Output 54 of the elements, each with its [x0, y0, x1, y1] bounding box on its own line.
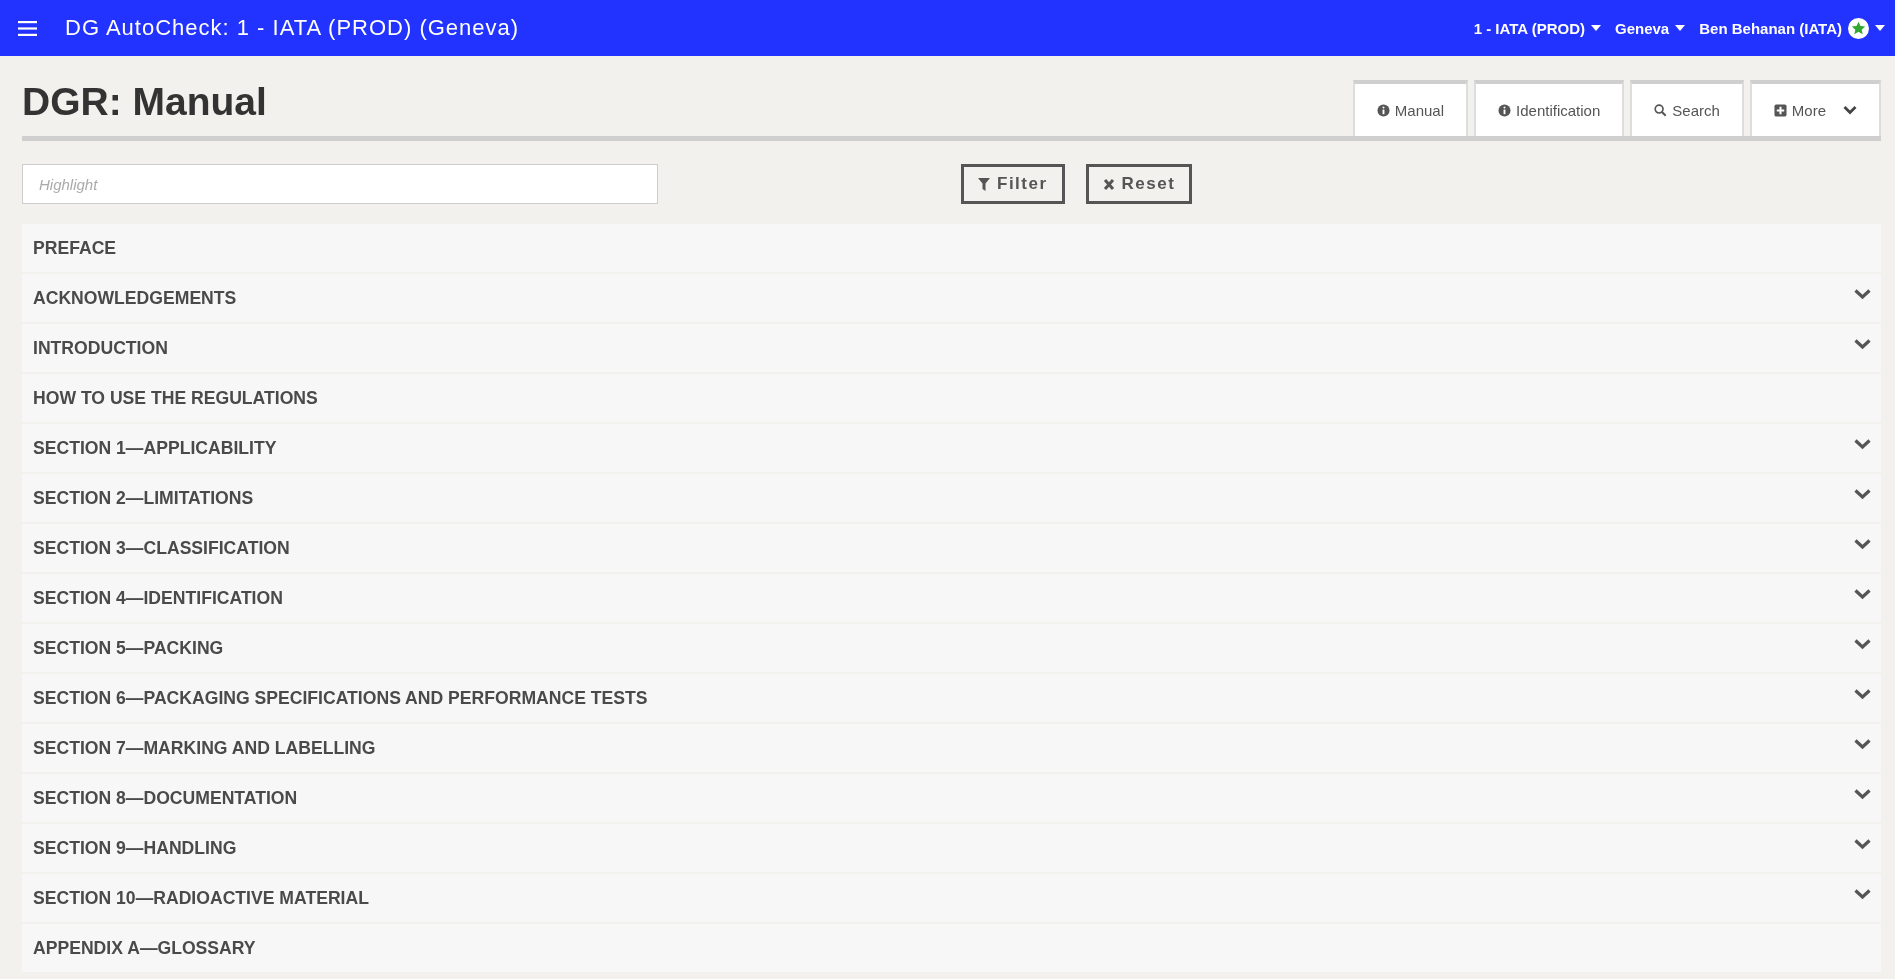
section-row[interactable]: SECTION 7—MARKING AND LABELLING: [22, 724, 1881, 772]
section-title: SECTION 5—PACKING: [33, 637, 224, 659]
filter-button[interactable]: Filter: [961, 164, 1065, 204]
section-row[interactable]: SECTION 4—IDENTIFICATION: [22, 574, 1881, 622]
section-title: SECTION 6—PACKAGING SPECIFICATIONS AND PERFORMANCE TESTS: [33, 687, 648, 709]
tab[interactable]: Identification: [1474, 80, 1625, 136]
section-title: SECTION 9—HANDLING: [33, 837, 237, 859]
info-icon: [1376, 103, 1390, 117]
info-icon: [1498, 103, 1512, 117]
section-title: HOW TO USE THE REGULATIONS: [33, 387, 318, 409]
menu-icon[interactable]: [18, 20, 37, 36]
section-title: SECTION 3—CLASSIFICATION: [33, 537, 290, 559]
section-title: SECTION 4—IDENTIFICATION: [33, 587, 283, 609]
section-title: SECTION 7—MARKING AND LABELLING: [33, 737, 376, 759]
page-title: DGR: Manual: [22, 80, 267, 124]
section-row[interactable]: HOW TO USE THE REGULATIONS: [22, 374, 1881, 422]
section-row[interactable]: ACKNOWLEDGEMENTS: [22, 274, 1881, 322]
caret-icon: [1675, 25, 1686, 31]
section-row[interactable]: SECTION 8—DOCUMENTATION: [22, 774, 1881, 822]
section-title: PREFACE: [33, 237, 117, 259]
section-title: SECTION 1—APPLICABILITY: [33, 437, 277, 459]
caret-icon: [1591, 25, 1601, 31]
close-icon: [1102, 177, 1115, 191]
chevron-down-icon: [1843, 105, 1857, 115]
app-title: DG AutoCheck: 1 - IATA (PROD) (Geneva): [65, 15, 521, 41]
section-row[interactable]: SECTION 5—PACKING: [22, 624, 1881, 672]
section-row[interactable]: INTRODUCTION: [22, 324, 1881, 372]
section-title: APPENDIX A—GLOSSARY: [33, 937, 256, 959]
section-row[interactable]: SECTION 2—LIMITATIONS: [22, 474, 1881, 522]
section-row[interactable]: SECTION 10—RADIOACTIVE MATERIAL: [22, 874, 1881, 922]
section-row[interactable]: SECTION 1—APPLICABILITY: [22, 424, 1881, 472]
section-title: INTRODUCTION: [33, 337, 168, 359]
dropdown-menu[interactable]: Ben Behanan (IATA): [1699, 17, 1885, 39]
star-avatar-icon: [1848, 17, 1869, 39]
section-title: SECTION 8—DOCUMENTATION: [33, 787, 298, 809]
section-row[interactable]: SECTION 9—HANDLING: [22, 824, 1881, 872]
section-title: ACKNOWLEDGEMENTS: [33, 287, 237, 309]
plus-square-icon: [1773, 103, 1787, 117]
section-row[interactable]: SECTION 3—CLASSIFICATION: [22, 524, 1881, 572]
filter-icon: [978, 177, 990, 191]
section-row[interactable]: PREFACE: [22, 224, 1881, 272]
dropdown-menu[interactable]: 1 - IATA (PROD): [1473, 19, 1601, 37]
section-row[interactable]: SECTION 6—PACKAGING SPECIFICATIONS AND PERFORMANCE TESTS: [22, 674, 1881, 722]
dropdown-menu[interactable]: Geneva: [1615, 19, 1686, 37]
search-icon: [1654, 103, 1668, 117]
caret-icon: [1875, 25, 1885, 31]
section-title: SECTION 10—RADIOACTIVE MATERIAL: [33, 887, 369, 909]
reset-button[interactable]: Reset: [1085, 164, 1193, 204]
tab[interactable]: Manual: [1352, 80, 1469, 136]
tab[interactable]: Search: [1630, 80, 1744, 136]
tab[interactable]: More: [1749, 80, 1881, 136]
highlight-field[interactable]: Highlight: [22, 164, 658, 204]
section-row[interactable]: APPENDIX A—GLOSSARY: [22, 924, 1881, 972]
section-title: SECTION 2—LIMITATIONS: [33, 487, 254, 509]
